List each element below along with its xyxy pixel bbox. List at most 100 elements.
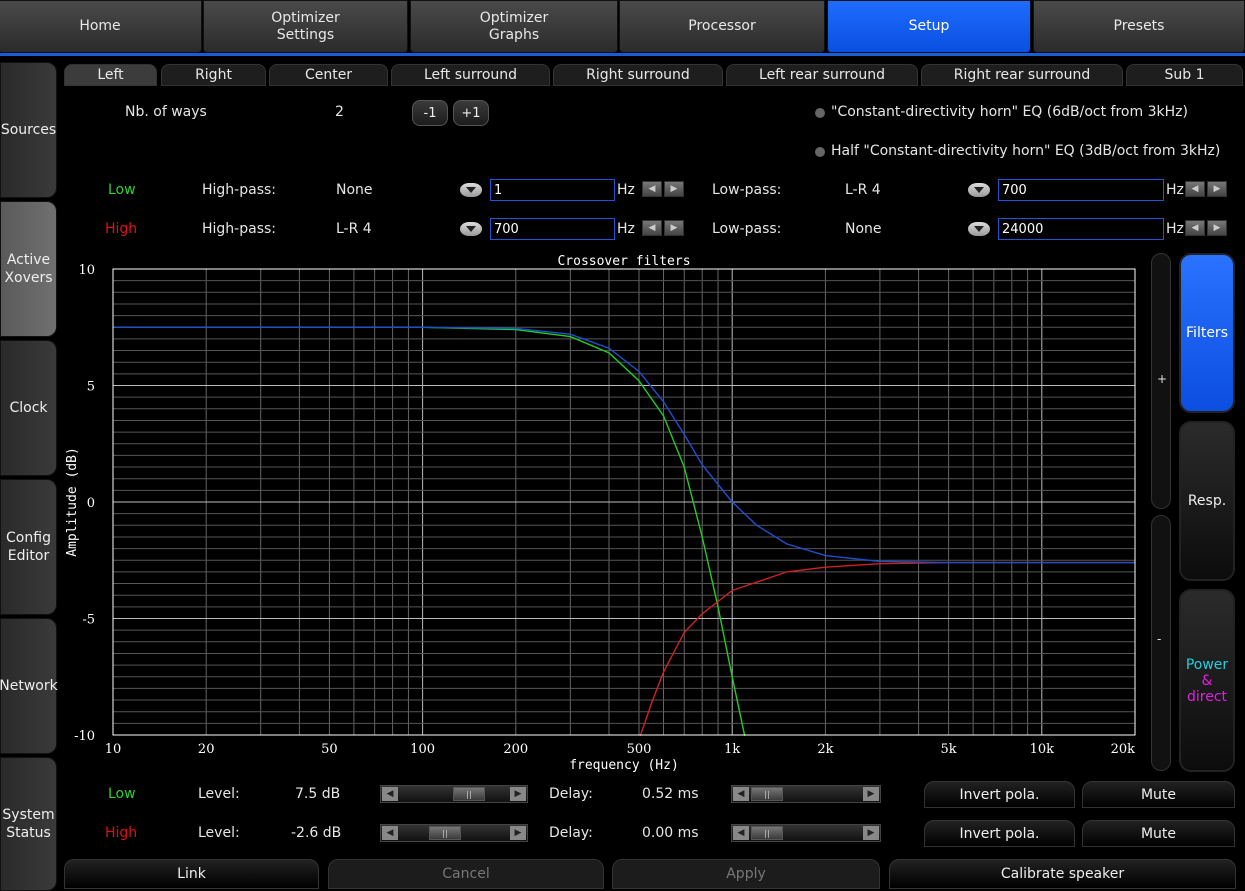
calibrate-speaker-button[interactable]: Calibrate speaker	[889, 859, 1236, 889]
power-directivity-view-button[interactable]: Power & direct	[1179, 589, 1235, 772]
invert-polarity-button[interactable]: Invert pola.	[924, 781, 1075, 808]
highpass-freq-down-icon[interactable]: ◀	[642, 220, 662, 236]
y-axis-label: Amplitude (dB)	[65, 447, 80, 557]
highpass-freq-down-icon[interactable]: ◀	[642, 181, 662, 197]
highpass-freq-up-icon[interactable]: ▶	[664, 181, 684, 197]
tab-setup[interactable]: Setup	[827, 0, 1031, 53]
highpass-type-dropdown-icon[interactable]	[460, 222, 482, 236]
highpass-type-dropdown-icon[interactable]	[460, 183, 482, 197]
half-cd-horn-eq-radio[interactable]	[815, 147, 825, 157]
lowpass-freq-input[interactable]	[998, 179, 1164, 201]
tab-optimizer-graphs[interactable]: Optimizer Graphs	[410, 0, 618, 53]
highpass-type: L-R 4	[336, 221, 372, 237]
channel-tab-sub1[interactable]: Sub 1	[1126, 64, 1243, 86]
filters-view-button[interactable]: Filters	[1179, 253, 1235, 413]
x-axis-label: frequency (Hz)	[569, 758, 679, 772]
ways-decrement-button[interactable]: -1	[412, 100, 448, 126]
x-tick-label: 5k	[941, 742, 957, 757]
zoom-out-label: -	[1157, 632, 1162, 646]
apply-button[interactable]: Apply	[612, 859, 880, 889]
level-band-name-high: High	[105, 825, 138, 841]
y-tick-label: 0	[87, 496, 95, 511]
slider-right-arrow-icon[interactable]: ▶	[863, 787, 879, 801]
slider-left-arrow-icon[interactable]: ◀	[733, 787, 749, 801]
sidebar-item-config-editor[interactable]: Config Editor	[0, 479, 57, 615]
zoom-in-label: +	[1157, 372, 1168, 386]
ways-value: 2	[335, 104, 344, 120]
ways-increment-button[interactable]: +1	[453, 100, 489, 126]
direct-label: & direct	[1186, 672, 1228, 705]
mute-button[interactable]: Mute	[1082, 781, 1235, 808]
ways-label: Nb. of ways	[125, 104, 207, 120]
slider-thumb[interactable]: ||	[429, 826, 461, 840]
delay-label: Delay:	[549, 786, 593, 802]
tab-home[interactable]: Home	[0, 0, 202, 53]
slider-thumb[interactable]: ||	[751, 787, 783, 801]
lowpass-freq-down-icon[interactable]: ◀	[1185, 220, 1205, 236]
channel-tab-left-rear-surround[interactable]: Left rear surround	[726, 64, 918, 86]
delay-slider[interactable]: ◀ || ▶	[731, 785, 881, 803]
highpass-freq-input[interactable]	[490, 218, 615, 240]
channel-tab-left-surround[interactable]: Left surround	[391, 64, 550, 86]
lowpass-label: Low-pass:	[712, 221, 782, 237]
x-tick-label: 200	[503, 742, 528, 757]
tab-presets[interactable]: Presets	[1033, 0, 1245, 53]
highpass-freq-up-icon[interactable]: ▶	[664, 220, 684, 236]
channel-tab-right[interactable]: Right	[161, 64, 266, 86]
highpass-type: None	[336, 182, 373, 198]
sidebar-item-network[interactable]: Network	[0, 618, 58, 754]
slider-right-arrow-icon[interactable]: ▶	[510, 787, 526, 801]
mute-button[interactable]: Mute	[1082, 820, 1235, 847]
sidebar-item-active-xovers[interactable]: Active Xovers	[0, 201, 57, 337]
lowpass-freq-up-icon[interactable]: ▶	[1207, 181, 1227, 197]
lowpass-freq-up-icon[interactable]: ▶	[1207, 220, 1227, 236]
sidebar-item-sources[interactable]: Sources	[0, 62, 57, 198]
slider-left-arrow-icon[interactable]: ◀	[382, 826, 398, 840]
channel-tab-right-rear-surround[interactable]: Right rear surround	[921, 64, 1123, 86]
lowpass-freq-input[interactable]	[998, 218, 1164, 240]
link-button[interactable]: Link	[64, 859, 319, 889]
top-navigation: Home Optimizer Settings Optimizer Graphs…	[0, 0, 1245, 56]
band-name-high: High	[105, 221, 138, 237]
lowpass-type-dropdown-icon[interactable]	[968, 183, 990, 197]
invert-polarity-button[interactable]: Invert pola.	[924, 820, 1075, 847]
slider-left-arrow-icon[interactable]: ◀	[382, 787, 398, 801]
x-tick-label: 50	[321, 742, 338, 757]
delay-slider[interactable]: ◀ || ▶	[731, 824, 881, 842]
x-tick-label: 100	[410, 742, 435, 757]
highpass-label: High-pass:	[202, 221, 276, 237]
response-view-button[interactable]: Resp.	[1179, 421, 1235, 581]
y-tick-label: 10	[78, 263, 95, 278]
sidebar-item-clock[interactable]: Clock	[0, 340, 57, 476]
level-slider[interactable]: ◀ || ▶	[380, 785, 528, 803]
x-tick-label: 20k	[1111, 742, 1136, 757]
y-tick-label: -10	[74, 729, 95, 744]
sidebar-item-system-status[interactable]: System Status	[0, 757, 57, 891]
slider-right-arrow-icon[interactable]: ▶	[510, 826, 526, 840]
slider-left-arrow-icon[interactable]: ◀	[733, 826, 749, 840]
lowpass-type-dropdown-icon[interactable]	[968, 222, 990, 236]
highpass-label: High-pass:	[202, 182, 276, 198]
band-name-low: Low	[108, 182, 136, 198]
level-value: -2.6 dB	[291, 825, 342, 841]
slider-thumb[interactable]: ||	[751, 826, 783, 840]
lowpass-type: L-R 4	[845, 182, 881, 198]
delay-value: 0.52 ms	[642, 786, 699, 802]
x-tick-label: 500	[627, 742, 652, 757]
cancel-button[interactable]: Cancel	[328, 859, 604, 889]
slider-thumb[interactable]: ||	[453, 787, 485, 801]
x-tick-label: 10k	[1030, 742, 1055, 757]
lowpass-freq-down-icon[interactable]: ◀	[1185, 181, 1205, 197]
slider-right-arrow-icon[interactable]: ▶	[863, 826, 879, 840]
y-tick-label: -5	[82, 613, 95, 628]
level-slider[interactable]: ◀ || ▶	[380, 824, 528, 842]
cd-horn-eq-radio[interactable]	[815, 108, 825, 118]
x-tick-label: 2k	[817, 742, 833, 757]
tab-optimizer-settings[interactable]: Optimizer Settings	[203, 0, 408, 53]
level-value: 7.5 dB	[295, 786, 341, 802]
tab-processor[interactable]: Processor	[619, 0, 825, 53]
channel-tab-right-surround[interactable]: Right surround	[553, 64, 723, 86]
channel-tab-left[interactable]: Left	[64, 64, 157, 86]
channel-tab-center[interactable]: Center	[269, 64, 388, 86]
highpass-freq-input[interactable]	[490, 179, 615, 201]
